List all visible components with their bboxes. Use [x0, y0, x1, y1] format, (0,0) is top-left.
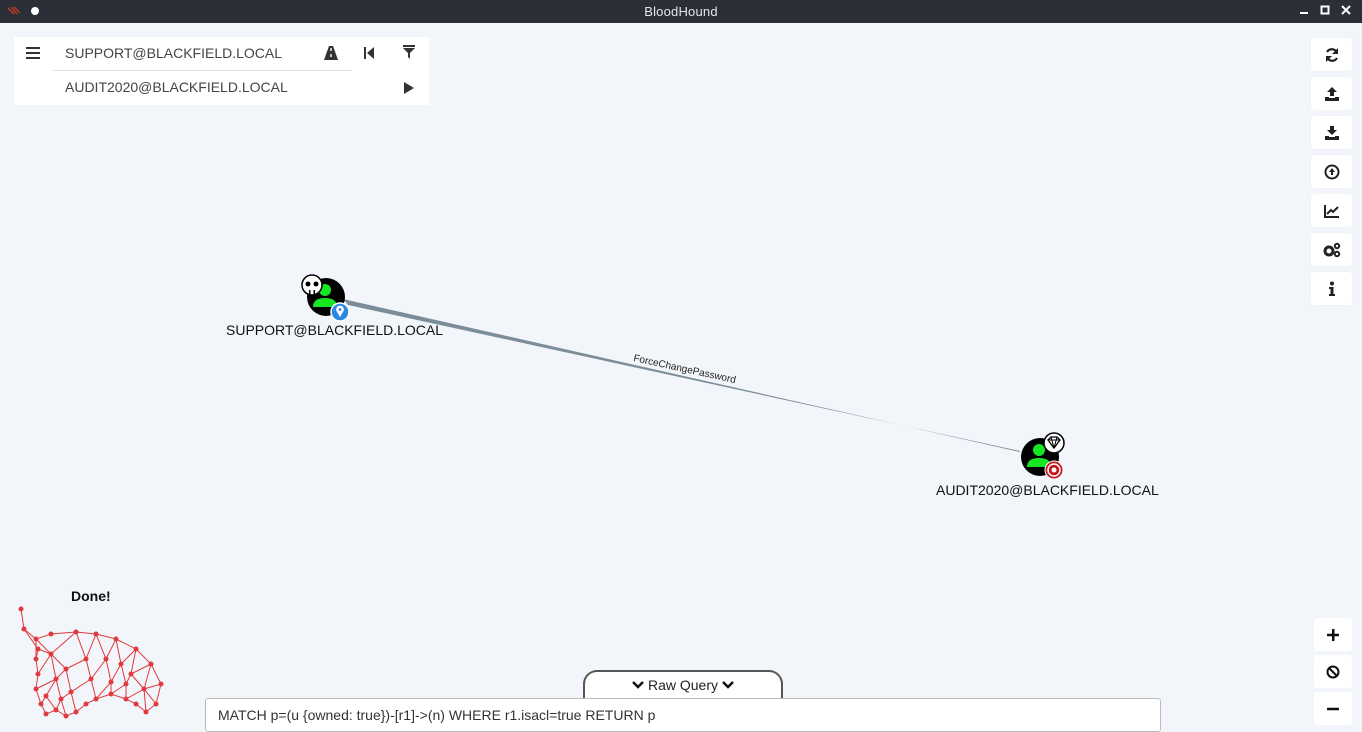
node-label-support: SUPPORT@BLACKFIELD.LOCAL	[226, 322, 444, 338]
zoom-out-button[interactable]	[1314, 692, 1352, 725]
skull-icon	[301, 274, 323, 296]
minimize-icon	[1299, 12, 1308, 14]
ban-icon	[1326, 665, 1340, 678]
graph-edge[interactable]: ForceChangePassword	[343, 299, 1020, 452]
database-info-button[interactable]	[1311, 194, 1352, 227]
upload-circle-icon	[1324, 164, 1339, 179]
loading-animal-icon	[18, 606, 164, 719]
minus-icon	[1327, 707, 1339, 710]
upload-data-button[interactable]	[1311, 77, 1352, 110]
settings-button[interactable]	[1311, 233, 1352, 266]
minimize-button[interactable]	[1295, 2, 1312, 20]
zoom-controls	[1314, 618, 1352, 729]
maximize-button[interactable]	[1316, 2, 1333, 20]
graph-node-support[interactable]	[301, 274, 350, 322]
raw-query-input[interactable]: MATCH p=(u {owned: true})-[r1]->(n) WHER…	[205, 698, 1161, 732]
graph-canvas[interactable]: ForceChangePassword SUPPORT@BLACKFIELD.L…	[0, 23, 1362, 732]
info-icon	[1328, 281, 1335, 296]
export-graph-button[interactable]	[1311, 116, 1352, 149]
chevron-down-icon	[632, 681, 644, 689]
graph-node-audit2020[interactable]	[1021, 432, 1065, 480]
upload-icon	[1324, 86, 1339, 101]
close-icon	[1340, 5, 1351, 15]
import-graph-button[interactable]	[1311, 155, 1352, 188]
raw-query-label: Raw Query	[647, 677, 719, 693]
download-icon	[1324, 125, 1339, 140]
window-title: BloodHound	[644, 4, 718, 19]
zoom-in-button[interactable]	[1314, 618, 1352, 651]
raw-query-toggle[interactable]: Raw Query	[583, 670, 783, 700]
title-bar: BloodHound	[0, 0, 1362, 23]
close-button[interactable]	[1337, 2, 1354, 20]
target-icon	[1044, 460, 1064, 480]
chevron-down-icon	[722, 681, 734, 689]
about-button[interactable]	[1311, 272, 1352, 305]
cogs-icon	[1323, 242, 1340, 257]
chart-icon	[1323, 204, 1339, 218]
map-marker-icon	[330, 302, 350, 322]
status-text: Done!	[71, 588, 111, 604]
refresh-icon	[1325, 47, 1338, 62]
plus-icon	[1327, 628, 1339, 641]
node-label-audit2020: AUDIT2020@BLACKFIELD.LOCAL	[936, 482, 1159, 498]
right-toolbar	[1311, 38, 1352, 311]
maximize-icon	[1320, 5, 1329, 15]
reset-zoom-button[interactable]	[1314, 655, 1352, 688]
diamond-icon	[1043, 432, 1065, 454]
refresh-button[interactable]	[1311, 38, 1352, 71]
